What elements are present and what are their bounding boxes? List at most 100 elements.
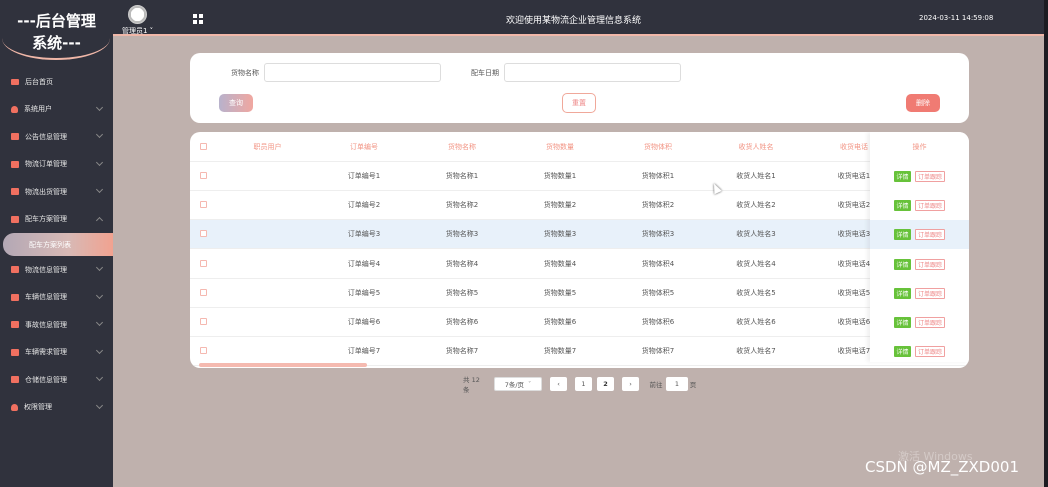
logo-line-2: 系统--- (32, 34, 81, 52)
order-tracking-button[interactable]: 订单跟踪 (915, 287, 945, 299)
total-count: 共 12 条 (463, 376, 480, 394)
delete-button[interactable]: 删除 (906, 94, 940, 112)
sidebar-item-8[interactable]: 事故信息管理 (0, 311, 113, 339)
prev-page-button[interactable]: ‹ (550, 377, 567, 391)
table-cell: 收货人姓名5 (736, 288, 776, 297)
avatar[interactable] (128, 5, 147, 24)
goto-page-input[interactable]: 1 (666, 377, 688, 391)
order-tracking-button[interactable]: 订单跟踪 (915, 200, 945, 212)
checkbox-icon (11, 321, 19, 329)
sidebar-item-7[interactable]: 车辆信息管理 (0, 284, 113, 312)
checkbox-icon (11, 348, 19, 356)
table-cell: 货物数量7 (543, 347, 577, 356)
logo-text: ---后台管理 系统--- (0, 10, 113, 54)
column-header: 货物名称 (448, 142, 476, 151)
grid-icon[interactable] (193, 14, 203, 24)
sidebar-item-0[interactable]: 后台首页 (0, 68, 113, 96)
column-header: 货物数量 (546, 142, 574, 151)
table-cell (220, 337, 315, 365)
checkbox-icon (11, 266, 19, 274)
row-checkbox[interactable] (200, 259, 207, 267)
sidebar-item-4[interactable]: 物流出货管理 (0, 178, 113, 206)
csdn-watermark: CSDN @MZ_ZXD001 (865, 458, 1019, 476)
pagination: 共 12 条 7条/页 ˅ ‹ 1 2 › 前往 1 页 (455, 376, 755, 394)
table-cell: 收货人姓名7 (736, 347, 776, 356)
table-row[interactable]: 订单编号6 货物名称6 货物数量6 货物体积6 收货人姓名6 收货电话6 (190, 308, 969, 337)
order-tracking-button[interactable]: 订单跟踪 (915, 317, 945, 328)
chevron-down-icon (95, 263, 104, 272)
page-1-button[interactable]: 1 (575, 377, 592, 391)
query-button[interactable]: 查询 (219, 94, 253, 112)
table-row[interactable]: 订单编号1 货物名称1 货物数量1 货物体积1 收货人姓名1 收货电话1 (190, 162, 969, 191)
table-cell: 货物名称5 (445, 288, 479, 297)
table-row[interactable]: 订单编号5 货物名称5 货物数量5 货物体积5 收货人姓名5 收货电话5 (190, 279, 969, 308)
table-row[interactable]: 订单编号3 货物名称3 货物数量3 货物体积3 收货人姓名3 收货电话3 (190, 220, 969, 250)
detail-button[interactable]: 详情 (894, 229, 911, 241)
logo: ---后台管理 系统--- (0, 0, 113, 60)
goto-suffix: 页 (689, 381, 697, 389)
sidebar-item-6[interactable]: 物流信息管理 (0, 256, 113, 284)
checkbox-icon (11, 160, 19, 168)
order-tracking-button[interactable]: 订单跟踪 (915, 346, 945, 358)
sidebar-item-9[interactable]: 车辆需求管理 (0, 339, 113, 367)
table-cell: 货物名称3 (445, 230, 479, 239)
row-checkbox[interactable] (200, 201, 207, 209)
table-header: 职员用户 订单编号 货物名称 货物数量 货物体积 收货人姓名 收货电话 (190, 132, 969, 162)
sidebar-item-3[interactable]: 物流订单管理 (0, 151, 113, 179)
table-row[interactable]: 订单编号2 货物名称2 货物数量2 货物体积2 收货人姓名2 收货电话2 (190, 191, 969, 221)
detail-button[interactable]: 详情 (894, 346, 911, 358)
next-page-button[interactable]: › (622, 377, 639, 391)
order-tracking-button[interactable]: 订单跟踪 (915, 229, 945, 241)
order-tracking-button[interactable]: 订单跟踪 (915, 171, 945, 182)
sidebar-item-label: 权限管理 (24, 403, 52, 412)
sidebar-item-10[interactable]: 仓储信息管理 (0, 366, 113, 394)
sidebar-subitem-active[interactable]: 配车方案列表 (3, 233, 113, 256)
table-cell: 货物数量5 (543, 288, 577, 297)
table-row[interactable]: 订单编号4 货物名称4 货物数量4 货物体积4 收货人姓名4 收货电话4 (190, 250, 969, 279)
sidebar-item-11[interactable]: 权限管理 (0, 394, 113, 422)
row-checkbox[interactable] (200, 230, 207, 238)
sidebar-item-label: 系统用户 (24, 105, 52, 114)
sidebar-item-label: 公告信息管理 (25, 132, 67, 141)
detail-button[interactable]: 详情 (894, 317, 911, 328)
sidebar-item-label: 配车方案管理 (25, 215, 67, 224)
page-2-button[interactable]: 2 (597, 377, 614, 391)
row-checkbox[interactable] (200, 318, 207, 325)
table-cell: 货物体积3 (641, 230, 675, 239)
user-menu[interactable]: 管理员1 ˅ (122, 26, 153, 36)
detail-button[interactable]: 详情 (894, 171, 911, 182)
sidebar-item-1[interactable]: 系统用户 (0, 96, 113, 124)
horizontal-scrollbar[interactable] (199, 363, 367, 367)
table-cell (220, 308, 315, 336)
select-all-checkbox[interactable] (200, 142, 207, 150)
detail-button[interactable]: 详情 (894, 200, 911, 212)
sidebar-item-label: 车辆信息管理 (25, 293, 67, 302)
chevron-down-icon (95, 185, 104, 194)
sidebar-item-label: 后台首页 (25, 77, 53, 86)
monitor-icon (11, 78, 19, 85)
cargo-name-input[interactable] (264, 63, 441, 82)
logo-line-1: ---后台管理 (17, 12, 96, 30)
table-cell: 订单编号2 (347, 201, 381, 210)
row-checkbox[interactable] (200, 172, 207, 179)
sidebar-item-5[interactable]: 配车方案管理 (0, 206, 113, 234)
table-cell: 订单编号7 (347, 347, 381, 356)
dispatch-date-input[interactable] (504, 63, 681, 82)
sidebar-item-label: 事故信息管理 (25, 320, 67, 329)
chevron-up-icon (95, 216, 104, 224)
detail-button[interactable]: 详情 (894, 287, 911, 299)
chevron-down-icon (95, 158, 104, 166)
page-size-select[interactable]: 7条/页 ˅ (494, 377, 542, 391)
table-cell: 收货人姓名3 (736, 230, 776, 239)
row-checkbox[interactable] (200, 347, 207, 355)
table-cell (220, 220, 315, 248)
reset-button[interactable]: 重置 (562, 93, 596, 113)
table-cell: 货物数量3 (543, 230, 577, 239)
table-row[interactable]: 订单编号7 货物名称7 货物数量7 货物体积7 收货人姓名7 收货电话7 (190, 337, 969, 367)
order-tracking-button[interactable]: 订单跟踪 (915, 258, 945, 270)
sidebar-item-label: 仓储信息管理 (25, 375, 67, 384)
sidebar-item-2[interactable]: 公告信息管理 (0, 123, 113, 151)
table-cell: 货物体积1 (641, 172, 675, 180)
row-checkbox[interactable] (200, 288, 207, 296)
detail-button[interactable]: 详情 (894, 258, 911, 270)
